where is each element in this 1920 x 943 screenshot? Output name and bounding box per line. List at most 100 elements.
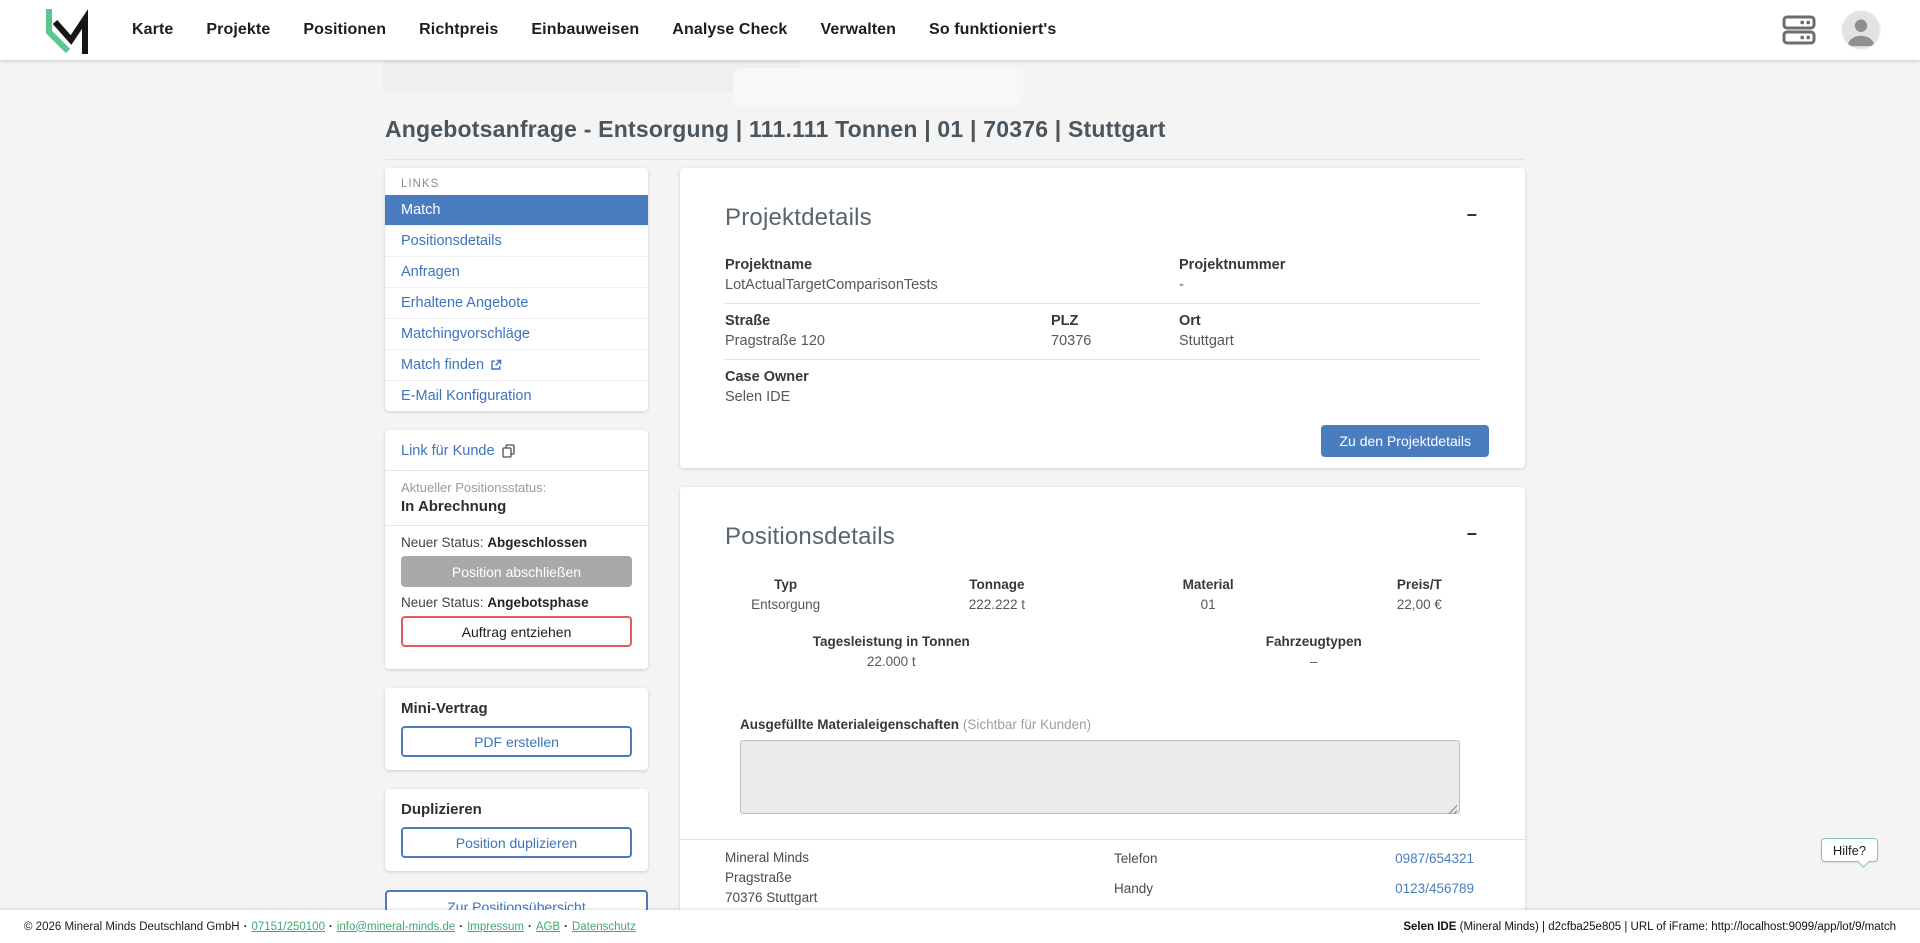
field-value: Selen IDE [725, 389, 1051, 405]
field-label: Straße [725, 313, 1051, 329]
footer-left: © 2026 Mineral Minds Deutschland GmbH · … [24, 921, 636, 933]
field-label: Projektname [725, 257, 1179, 273]
duplicate-title: Duplizieren [401, 801, 632, 818]
footer-link-email[interactable]: info@mineral-minds.de [337, 921, 455, 933]
sidebar-item-match-finden[interactable]: Match finden [385, 349, 648, 380]
copyright-text: © 2026 Mineral Minds Deutschland GmbH [24, 921, 240, 933]
phone-link[interactable]: 0987/654321 [1395, 851, 1474, 866]
session-details: (Mineral Minds) | d2cfba25e805 | URL of … [1456, 921, 1896, 933]
stat-label: Material [1103, 577, 1314, 592]
field-label: Ort [1179, 313, 1480, 329]
nav-item-einbauweisen[interactable]: Einbauweisen [531, 21, 639, 39]
material-properties-field [740, 740, 1460, 819]
stat-label: Preis/T [1314, 577, 1525, 592]
field-projektname: Projektname LotActualTargetComparisonTes… [725, 257, 1179, 293]
duplicate-position-button[interactable]: Position duplizieren [401, 827, 632, 858]
material-properties-hint: (Sichtbar für Kunden) [963, 717, 1091, 732]
field-label: PLZ [1051, 313, 1179, 329]
new-status-value: Angebotsphase [487, 595, 588, 610]
footer-link-phone[interactable]: 07151/250100 [251, 921, 325, 933]
stat-tonnage: Tonnage 222.222 t [891, 577, 1102, 612]
mobile-label: Handy [1114, 881, 1153, 896]
current-status-label: Aktueller Positionsstatus: [401, 480, 632, 495]
stat-label: Tonnage [891, 577, 1102, 592]
stat-label: Fahrzeugtypen [1103, 634, 1526, 649]
new-status-text: Neuer Status: Angebotsphase [401, 595, 632, 610]
nav-item-analyse-check[interactable]: Analyse Check [672, 21, 787, 39]
links-header: LINKS [385, 168, 648, 195]
sidebar-item-anfragen[interactable]: Anfragen [385, 256, 648, 287]
status-card: Link für Kunde Aktueller Positionsstatus… [385, 430, 648, 669]
user-avatar[interactable] [1842, 11, 1880, 49]
nav-item-projekte[interactable]: Projekte [206, 21, 270, 39]
project-row-owner: Case Owner Selen IDE [725, 360, 1480, 415]
current-status-section: Aktueller Positionsstatus: In Abrechnung [385, 470, 648, 515]
contact-section: Mineral Minds Pragstraße 70376 Stuttgart… [680, 840, 1525, 908]
page-title: Angebotsanfrage - Entsorgung | 111.111 T… [385, 116, 1166, 143]
mini-contract-card: Mini-Vertrag PDF erstellen [385, 688, 648, 770]
footer-link-agb[interactable]: AGB [536, 921, 560, 933]
position-stats-row-2: Tagesleistung in Tonnen 22.000 t Fahrzeu… [680, 634, 1525, 669]
create-pdf-button[interactable]: PDF erstellen [401, 726, 632, 757]
stat-material: Material 01 [1103, 577, 1314, 612]
field-ort: Ort Stuttgart [1179, 313, 1480, 349]
project-row-name: Projektname LotActualTargetComparisonTes… [725, 248, 1480, 304]
field-projektnummer: Projektnummer - [1179, 257, 1480, 293]
collapse-icon[interactable]: − [1462, 204, 1481, 226]
session-user: Selen IDE [1403, 921, 1456, 933]
nav-item-so-funktionierts[interactable]: So funktioniert's [929, 21, 1056, 39]
separator: · [528, 921, 532, 933]
sidebar-item-label: E-Mail Konfiguration [401, 388, 532, 404]
collapse-icon[interactable]: − [1462, 523, 1481, 545]
sidebar-item-label: Match finden [401, 357, 484, 373]
sidebar-item-positionsdetails[interactable]: Positionsdetails [385, 225, 648, 256]
complete-position-button[interactable]: Position abschließen [401, 556, 632, 587]
sidebar-item-label: Match [401, 202, 441, 218]
field-value: 70376 [1051, 333, 1179, 349]
sidebar-item-match[interactable]: Match [385, 195, 648, 225]
position-details-card: Positionsdetails − Typ Entsorgung Tonnag… [680, 487, 1525, 910]
contact-row-phone: Telefon 0987/654321 [1114, 848, 1474, 868]
material-properties-label-text: Ausgefüllte Materialeigenschaften [740, 717, 959, 732]
main-nav: Karte Projekte Positionen Richtpreis Ein… [132, 21, 1056, 39]
material-properties-textarea[interactable] [740, 740, 1460, 814]
separator: · [459, 921, 463, 933]
nav-item-positionen[interactable]: Positionen [303, 21, 386, 39]
position-details-title: Positionsdetails [725, 523, 895, 551]
current-status-value: In Abrechnung [401, 498, 632, 515]
sidebar-item-matchingvorschlaege[interactable]: Matchingvorschläge [385, 318, 648, 349]
stat-label: Tagesleistung in Tonnen [680, 634, 1103, 649]
contact-city: 70376 Stuttgart [725, 888, 1114, 908]
mobile-link[interactable]: 0123/456789 [1395, 881, 1474, 896]
contact-phones: Telefon 0987/654321 Handy 0123/456789 [1114, 848, 1474, 908]
nav-item-karte[interactable]: Karte [132, 21, 173, 39]
content-area: Angebotsanfrage - Entsorgung | 111.111 T… [0, 60, 1920, 910]
new-status-value: Abgeschlossen [487, 535, 587, 550]
project-details-actions: Zu den Projektdetails [680, 425, 1489, 457]
position-overview-button[interactable]: Zur Positionsübersicht [385, 890, 648, 910]
nav-item-richtpreis[interactable]: Richtpreis [419, 21, 498, 39]
stat-value: – [1103, 654, 1526, 669]
stat-preis: Preis/T 22,00 € [1314, 577, 1525, 612]
field-value: - [1179, 277, 1480, 293]
nav-item-verwalten[interactable]: Verwalten [820, 21, 896, 39]
help-button[interactable]: Hilfe? [1821, 838, 1878, 862]
position-stats-row-1: Typ Entsorgung Tonnage 222.222 t Materia… [680, 577, 1525, 612]
stat-typ: Typ Entsorgung [680, 577, 891, 612]
sidebar: LINKS Match Positionsdetails Anfragen Er… [385, 168, 648, 910]
list-rows-icon[interactable] [1782, 14, 1816, 46]
footer-link-impressum[interactable]: Impressum [467, 921, 524, 933]
stat-value: 01 [1103, 597, 1314, 612]
customer-link[interactable]: Link für Kunde [385, 430, 648, 470]
go-to-project-details-button[interactable]: Zu den Projektdetails [1321, 425, 1489, 457]
sidebar-item-erhaltene-angebote[interactable]: Erhaltene Angebote [385, 287, 648, 318]
footer-link-datenschutz[interactable]: Datenschutz [572, 921, 636, 933]
new-status-text: Neuer Status: Abgeschlossen [401, 535, 632, 550]
separator: · [564, 921, 568, 933]
mineral-minds-logo[interactable] [44, 6, 90, 56]
field-plz: PLZ 70376 [1051, 313, 1179, 349]
withdraw-order-button[interactable]: Auftrag entziehen [401, 616, 632, 647]
duplicate-card: Duplizieren Position duplizieren [385, 789, 648, 871]
field-case-owner: Case Owner Selen IDE [725, 369, 1051, 405]
sidebar-item-email-konfiguration[interactable]: E-Mail Konfiguration [385, 380, 648, 411]
